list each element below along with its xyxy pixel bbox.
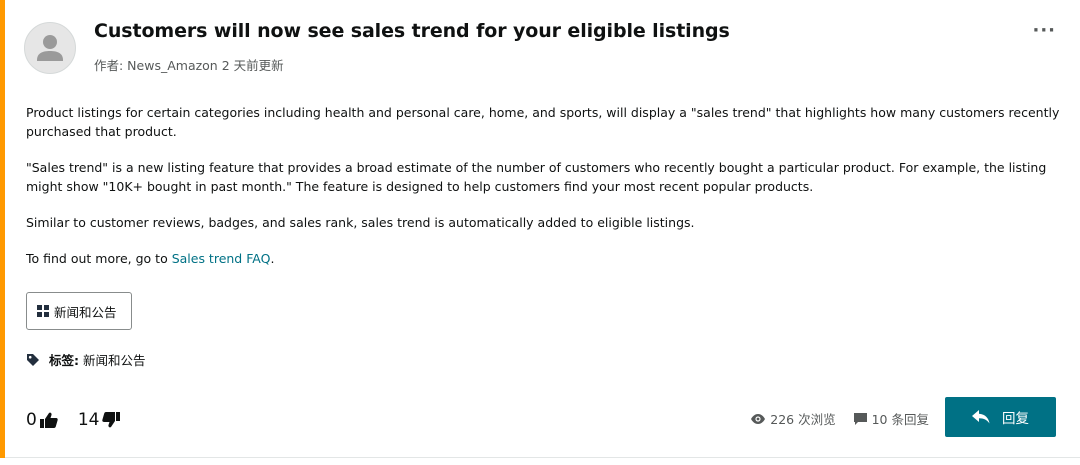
user-avatar-icon xyxy=(37,35,63,61)
replies-count: 10 条回复 xyxy=(871,412,929,427)
upvote-button[interactable]: 0 xyxy=(26,410,58,430)
tag-link[interactable]: 新闻和公告 xyxy=(83,350,146,369)
post-stats: 226 次浏览 10 条回复 xyxy=(751,409,929,428)
more-options-icon[interactable]: ··· xyxy=(1032,22,1056,40)
sales-trend-faq-link[interactable]: Sales trend FAQ xyxy=(172,251,271,266)
find-more-paragraph: To find out more, go to Sales trend FAQ. xyxy=(26,249,1060,268)
post-card: Customers will now see sales trend for y… xyxy=(0,0,1080,458)
thumbs-down-icon xyxy=(102,412,121,428)
downvote-button[interactable]: 14 xyxy=(78,410,121,430)
reply-arrow-icon xyxy=(972,410,990,424)
accent-bar xyxy=(0,0,5,458)
post-paragraph: Similar to customer reviews, badges, and… xyxy=(26,215,695,230)
post-paragraph: "Sales trend" is a new listing feature t… xyxy=(26,160,1047,194)
downvote-count: 14 xyxy=(77,410,100,430)
tags-label: 标签: xyxy=(49,353,79,368)
replies-stat: 10 条回复 xyxy=(853,409,929,428)
find-more-suffix: . xyxy=(270,251,275,266)
reply-button[interactable]: 回复 xyxy=(945,397,1056,437)
post-paragraph: Product listings for certain categories … xyxy=(26,105,1060,139)
eye-icon xyxy=(751,413,766,424)
comment-icon xyxy=(853,412,867,425)
upvote-count: 0 xyxy=(26,410,37,430)
views-count: 226 次浏览 xyxy=(770,412,836,427)
post-body: Product listings for certain categories … xyxy=(26,103,1060,285)
board-grid-icon xyxy=(37,305,49,317)
reply-button-label: 回复 xyxy=(1002,411,1029,427)
board-chip[interactable]: 新闻和公告 xyxy=(26,292,132,330)
tags-row: 标签: 新闻和公告 xyxy=(26,350,146,369)
board-chip-label: 新闻和公告 xyxy=(54,304,117,320)
thumbs-up-icon xyxy=(39,412,58,428)
find-more-prefix: To find out more, go to xyxy=(26,251,172,266)
post-meta: 作者: News_Amazon 2 天前更新 xyxy=(94,58,284,73)
avatar[interactable] xyxy=(24,22,76,74)
post-title: Customers will now see sales trend for y… xyxy=(94,20,730,42)
tag-icon xyxy=(26,353,40,367)
vote-controls: 0 14 xyxy=(26,410,121,430)
views-stat: 226 次浏览 xyxy=(751,409,836,428)
